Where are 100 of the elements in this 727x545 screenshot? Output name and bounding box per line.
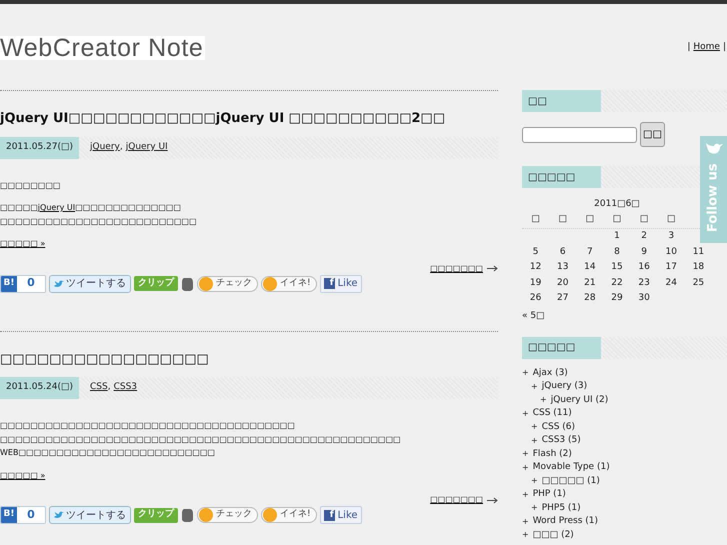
bird-icon: [54, 511, 64, 519]
post-text: □□□□□jQuery UI□□□□□□□□□□□□□□ □□□□□□□□□□□□□□□□□□□□□□□□□□: [0, 202, 197, 228]
calendar-day: 25: [684, 276, 712, 290]
calendar-day: 1: [603, 230, 631, 244]
section-heading: □□□□□: [522, 166, 601, 188]
category-link[interactable]: CSS (6): [542, 420, 576, 434]
category-link[interactable]: PHP5 (1): [542, 502, 581, 515]
weekday-label: □: [666, 213, 677, 226]
like-button[interactable]: f Like: [320, 274, 362, 292]
post-date: 2011.05.27(□): [0, 136, 79, 158]
category-link[interactable]: Flash (2): [532, 448, 572, 461]
bookmark-counter[interactable]: B! 0: [0, 506, 46, 524]
category-link[interactable]: Word Press (1): [532, 515, 598, 528]
category-link[interactable]: CSS: [90, 381, 108, 395]
bullet: +: [522, 516, 529, 528]
category-link[interactable]: jQuery UI (2): [550, 394, 608, 407]
section-heading: □□: [522, 90, 601, 112]
calendar-day: 23: [630, 276, 658, 290]
separator: ,: [120, 140, 123, 154]
bullet: +: [522, 529, 529, 542]
continue-link[interactable]: □□□□□□□: [430, 494, 483, 506]
calendar-day: 12: [522, 261, 550, 274]
calendar-day: 13: [549, 261, 576, 274]
home-link[interactable]: Home: [693, 41, 720, 55]
bullet: +: [531, 434, 538, 447]
calendar-day: 18: [684, 261, 712, 274]
category-link[interactable]: jQuery UI: [126, 140, 168, 154]
calendar-day: 17: [658, 261, 685, 274]
post-title[interactable]: □□□□□□□□□□□□□□□□□: [0, 350, 209, 369]
category-link[interactable]: Movable Type (1): [532, 461, 610, 474]
category-link[interactable]: CSS (11): [532, 407, 572, 420]
weekday-label: □: [530, 213, 541, 226]
inline-link[interactable]: jQuery UI: [38, 203, 76, 212]
calendar-day: 5: [522, 246, 550, 259]
read-more-link[interactable]: □□□□□ »: [0, 237, 46, 250]
check-button[interactable]: チェック: [197, 507, 258, 523]
iine-button[interactable]: イイネ!: [261, 276, 317, 292]
search-button[interactable]: □□: [640, 122, 665, 147]
calendar-day: 10: [658, 246, 685, 259]
calendar-day: 9: [630, 246, 658, 259]
bullet: +: [531, 421, 538, 434]
category-link[interactable]: Ajax (3): [532, 366, 568, 380]
bookmark-counter[interactable]: B! 0: [0, 274, 46, 292]
read-more-link[interactable]: □□□□□ »: [0, 468, 46, 482]
arrow-icon: [487, 496, 498, 504]
calendar-day: 3: [658, 230, 685, 244]
category-link[interactable]: jQuery: [90, 140, 120, 154]
category-link[interactable]: □□□□□ (1): [542, 474, 600, 488]
bullet: +: [522, 408, 529, 420]
post-text: □□□□□□□□□□□□□□□□□□□□□□□□□□□□□□□□□□□□□□□ □□□□□□□□□□□□□□□□□□□□□□□□□□□□□□□□□□□□□□□□□□□□□□□□□□□□□ WEB□□□□□□□□□□□□□□□□□□□□□□□□□□: [0, 420, 401, 459]
search-field[interactable]: [522, 126, 637, 142]
bullet: +: [522, 488, 529, 501]
category-link[interactable]: PHP (1): [532, 488, 566, 502]
separator: ,: [108, 381, 111, 394]
like-button[interactable]: f Like: [320, 506, 362, 524]
weekday-label: □: [584, 213, 596, 226]
calendar-day: 8: [603, 246, 631, 259]
bullet: +: [531, 502, 538, 514]
bullet: +: [540, 394, 547, 406]
iine-button[interactable]: イイネ!: [261, 507, 317, 523]
previous-month-link[interactable]: « 5□: [522, 310, 545, 324]
calendar-day: 27: [549, 292, 576, 306]
nav-separator: |: [687, 41, 690, 54]
weekday-label: □: [612, 213, 622, 226]
category-link[interactable]: □□□ (2): [532, 528, 574, 542]
calendar-day: 20: [549, 276, 576, 290]
arrow-icon: [487, 265, 498, 272]
bullet: +: [531, 380, 538, 393]
bullet: +: [531, 475, 538, 488]
calendar-day: 28: [576, 292, 604, 306]
bullet: +: [522, 462, 529, 474]
nav-separator: |: [722, 41, 726, 54]
category-link[interactable]: CSS3: [114, 381, 138, 395]
bird-icon: [54, 280, 64, 288]
calendar-day: 6: [549, 246, 576, 259]
site-logo[interactable]: WebCreator Note: [0, 36, 206, 60]
bullet: +: [522, 367, 529, 380]
calendar-day: 22: [603, 276, 631, 290]
tweet-button[interactable]: ツイートする: [49, 274, 131, 292]
weekday-label: □: [557, 213, 568, 226]
category-link[interactable]: CSS3 (5): [542, 434, 581, 448]
post-text: □□□□□□□□: [0, 180, 60, 192]
calendar-day: 16: [630, 261, 658, 274]
post-date: 2011.05.24(□): [0, 377, 79, 399]
calendar-day: 29: [603, 292, 631, 306]
calendar-day: 24: [658, 276, 685, 290]
calendar-day: 30: [630, 292, 658, 306]
category-link[interactable]: jQuery (3): [542, 380, 588, 394]
calendar-day: 26: [522, 292, 550, 306]
continue-link[interactable]: □□□□□□□: [430, 262, 483, 274]
calendar-day: 15: [603, 261, 631, 274]
calendar-day: 19: [522, 276, 550, 290]
calendar-day: 7: [576, 246, 604, 259]
calendar-day: 2: [630, 230, 658, 244]
calendar-day: 21: [576, 276, 604, 290]
tweet-button[interactable]: ツイートする: [49, 506, 131, 524]
calendar-day: 11: [684, 246, 712, 259]
calendar-day: 14: [576, 261, 604, 274]
check-button[interactable]: チェック: [197, 276, 258, 292]
section-heading: □□□□□: [522, 336, 601, 358]
